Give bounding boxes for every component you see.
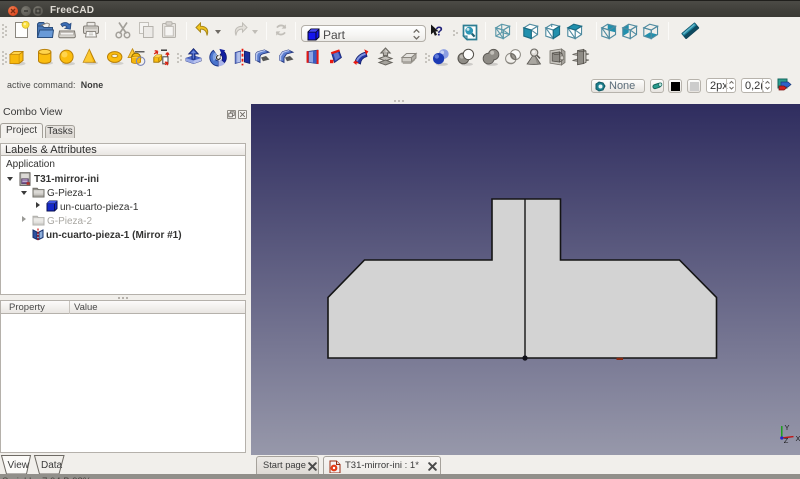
- svg-text:Y: Y: [785, 423, 790, 432]
- svg-text:?: ?: [435, 25, 443, 39]
- svg-text:Data: Data: [41, 460, 63, 471]
- svg-text:X: X: [796, 434, 800, 443]
- svg-text:View: View: [8, 460, 30, 471]
- svg-text:Z: Z: [784, 436, 789, 445]
